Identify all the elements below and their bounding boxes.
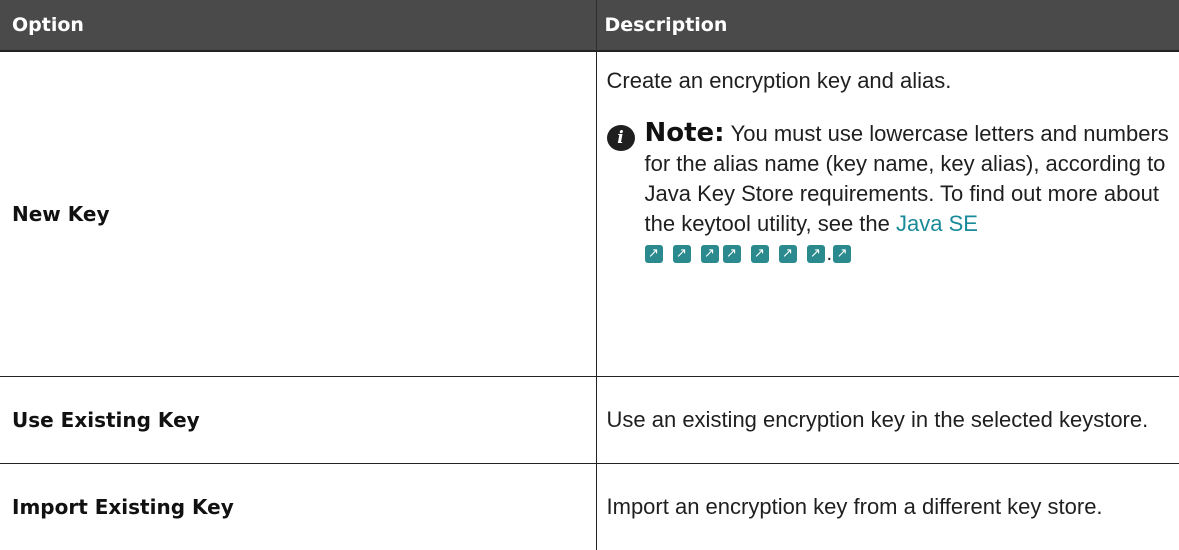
note-label: Note: bbox=[645, 118, 725, 148]
external-link-icon[interactable]: ↗ bbox=[645, 245, 663, 263]
external-link-icon[interactable]: ↗ bbox=[833, 245, 851, 263]
external-link-icons[interactable]: ↗ ↗ ↗ ↗ ↗ ↗ ↗.↗ bbox=[645, 245, 1172, 263]
external-link-icon[interactable]: ↗ bbox=[751, 245, 769, 263]
table-row: Import Existing Key Import an encryption… bbox=[0, 464, 1179, 550]
header-description: Description bbox=[596, 0, 1179, 51]
java-se-link[interactable]: Java SE bbox=[896, 211, 978, 236]
description-cell: Import an encryption key from a differen… bbox=[596, 464, 1179, 550]
table-header-row: Option Description bbox=[0, 0, 1179, 51]
table-row: New Key Create an encryption key and ali… bbox=[0, 51, 1179, 377]
option-new-key: New Key bbox=[0, 51, 596, 377]
external-link-icon[interactable]: ↗ bbox=[673, 245, 691, 263]
option-import-existing-key: Import Existing Key bbox=[0, 464, 596, 550]
options-table: Option Description New Key Create an enc… bbox=[0, 0, 1179, 550]
note-body: Note:You must use lowercase letters and … bbox=[645, 118, 1172, 263]
external-link-icon[interactable]: ↗ bbox=[701, 245, 719, 263]
external-link-icon[interactable]: ↗ bbox=[723, 245, 741, 263]
description-text: Create an encryption key and alias. bbox=[607, 66, 1172, 96]
header-option: Option bbox=[0, 0, 596, 51]
description-cell: Create an encryption key and alias. i No… bbox=[596, 51, 1179, 377]
description-cell: Use an existing encryption key in the se… bbox=[596, 377, 1179, 464]
note-block: i Note:You must use lowercase letters an… bbox=[607, 118, 1172, 263]
external-link-icon[interactable]: ↗ bbox=[807, 245, 825, 263]
option-use-existing-key: Use Existing Key bbox=[0, 377, 596, 464]
table-row: Use Existing Key Use an existing encrypt… bbox=[0, 377, 1179, 464]
period: . bbox=[827, 245, 833, 263]
external-link-icon[interactable]: ↗ bbox=[779, 245, 797, 263]
info-icon: i bbox=[607, 125, 635, 151]
